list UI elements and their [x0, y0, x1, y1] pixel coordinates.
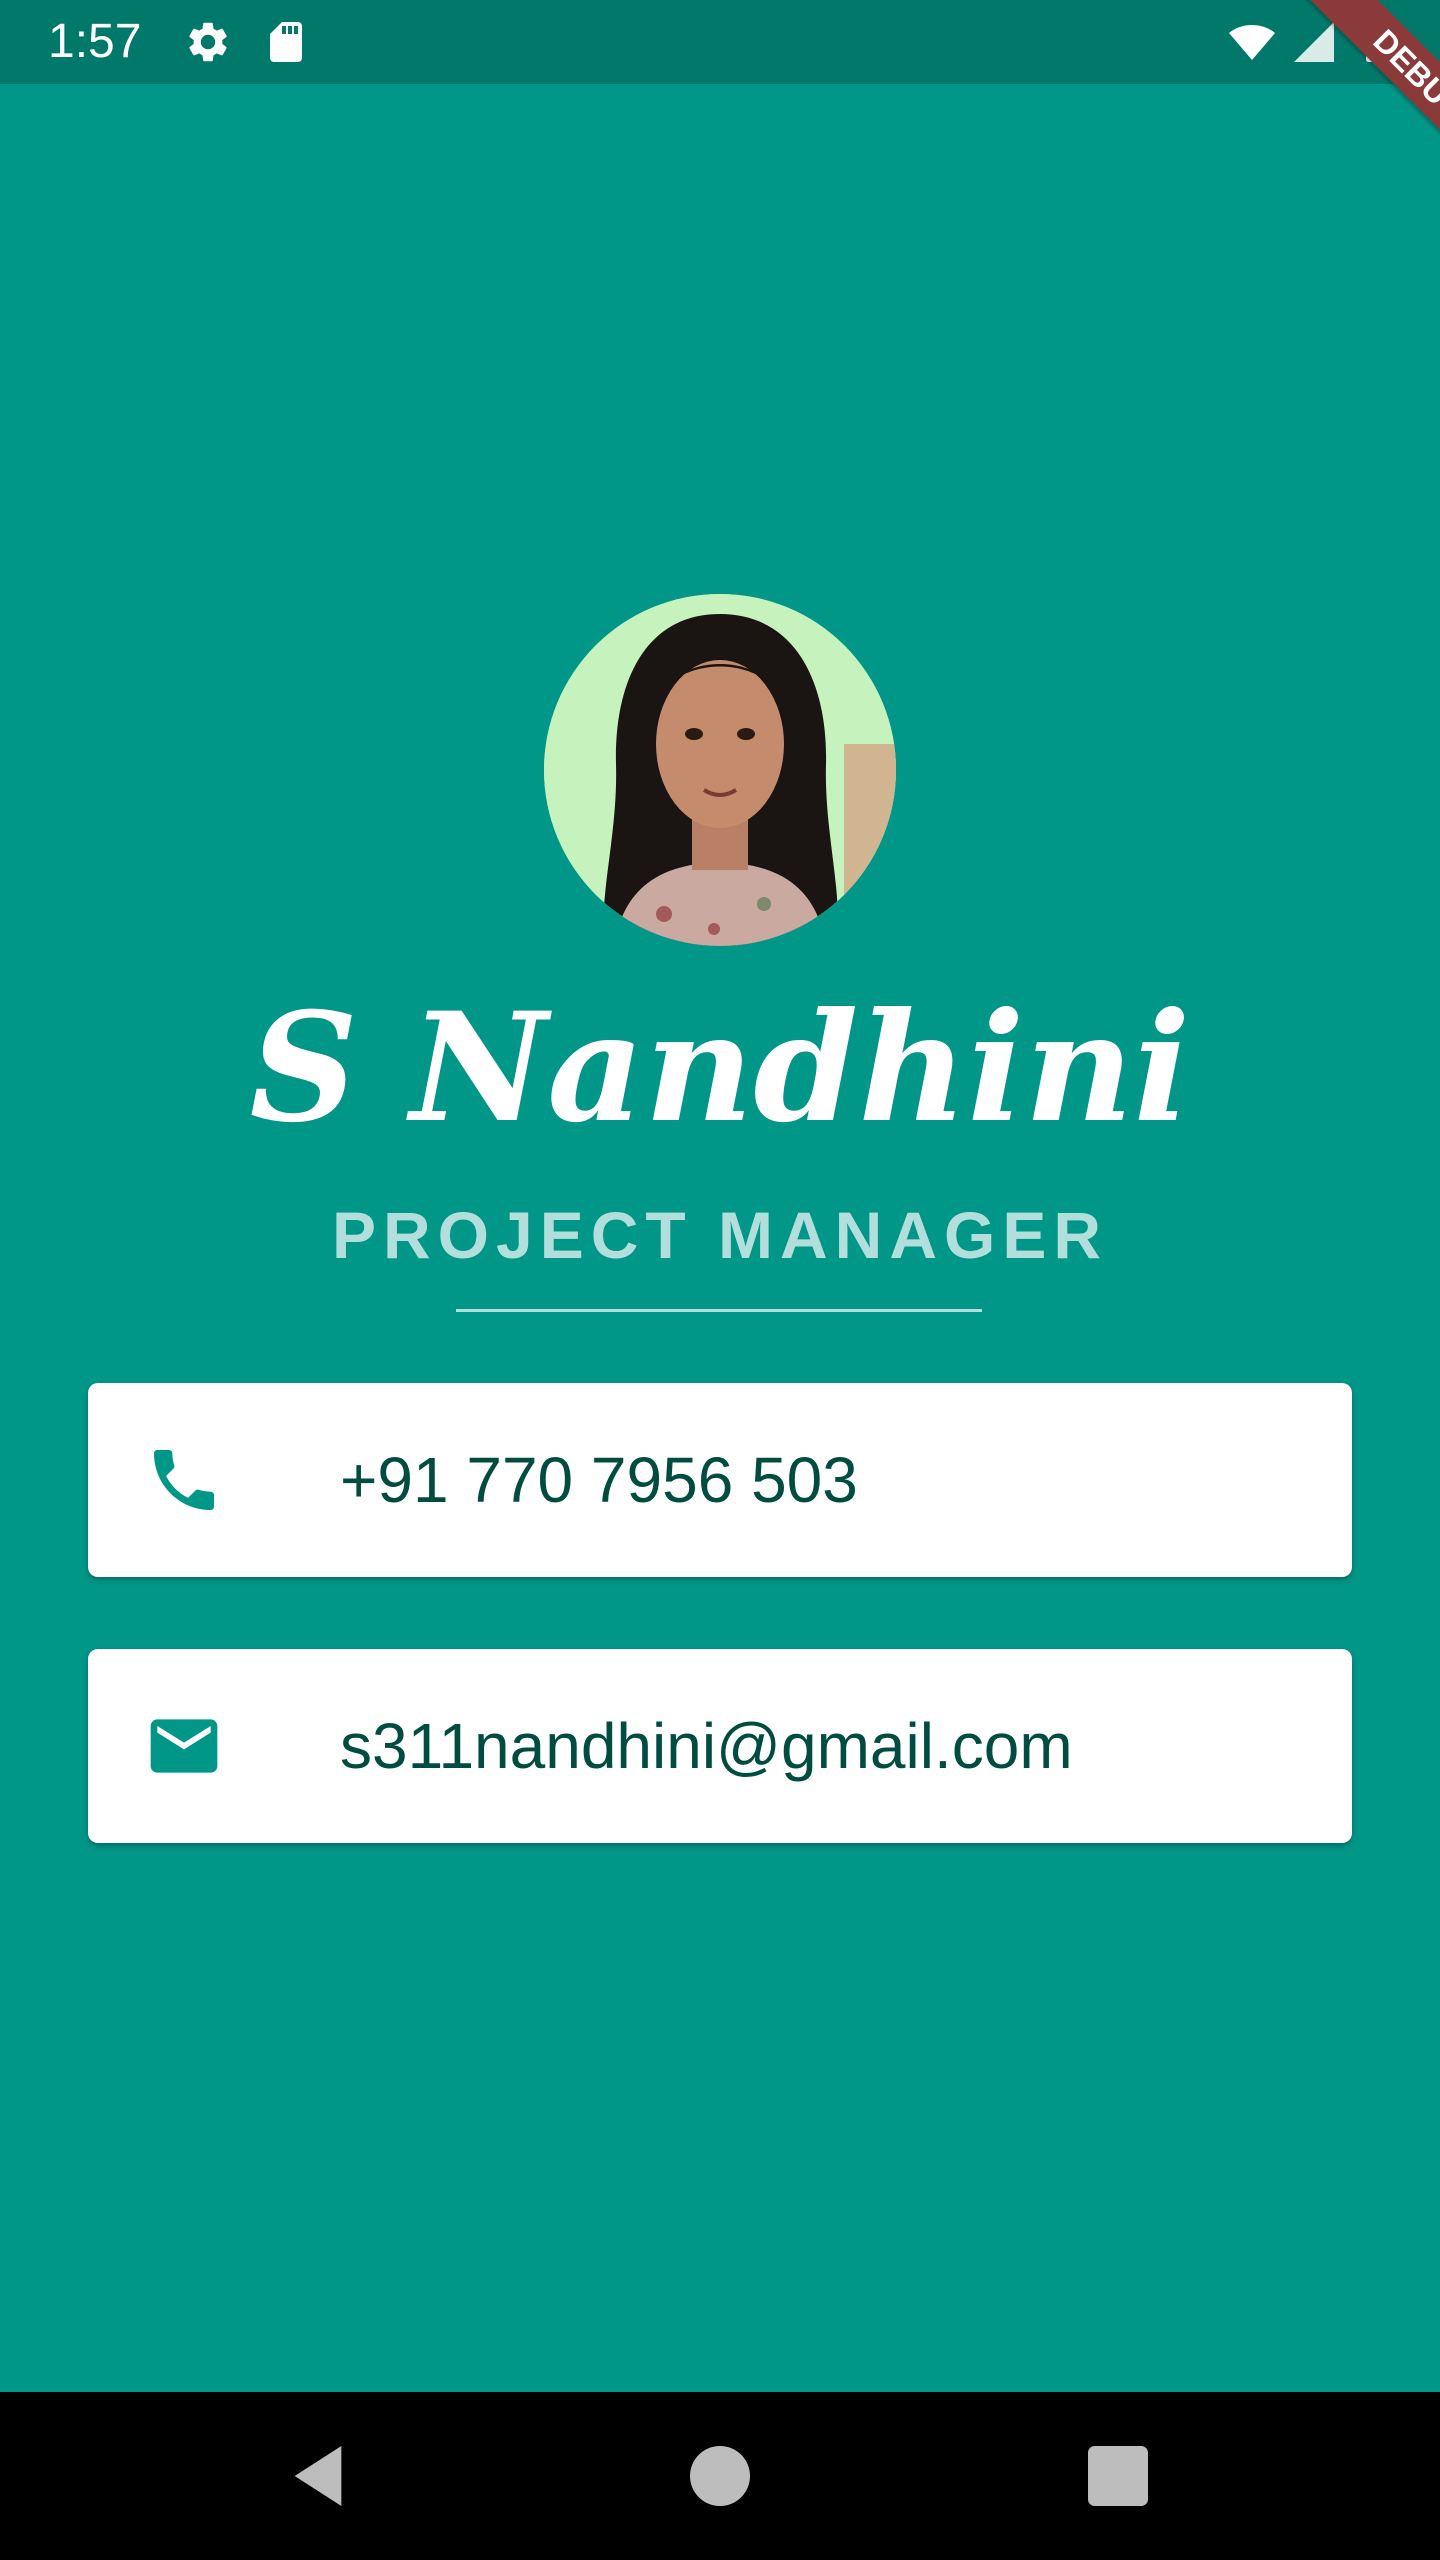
status-time: 1:57	[48, 15, 142, 68]
debug-banner: DEBUG	[1240, 0, 1440, 200]
mail-icon	[150, 1719, 218, 1773]
recents-icon[interactable]	[1078, 2436, 1158, 2516]
profile-photo	[544, 594, 896, 946]
phone-number: +91 770 7956 503	[340, 1444, 858, 1516]
phone-card[interactable]: +91 770 7956 503	[88, 1383, 1352, 1577]
back-icon[interactable]	[278, 2436, 358, 2516]
phone-icon	[154, 1450, 214, 1510]
profile-role: PROJECT MANAGER	[331, 1198, 1109, 1272]
divider	[456, 1309, 982, 1312]
gear-icon	[189, 22, 227, 62]
avatar	[544, 594, 896, 946]
debug-label: DEBUG	[1304, 0, 1440, 192]
email-address: s311nandhini@gmail.com	[340, 1710, 1073, 1782]
nav-bar	[0, 2392, 1440, 2560]
status-bar: 1:57	[0, 0, 1440, 84]
email-card[interactable]: s311nandhini@gmail.com	[88, 1649, 1352, 1843]
home-icon[interactable]	[680, 2436, 760, 2516]
profile-name: S Nandhini	[249, 980, 1191, 1156]
sd-card-icon	[270, 22, 302, 62]
